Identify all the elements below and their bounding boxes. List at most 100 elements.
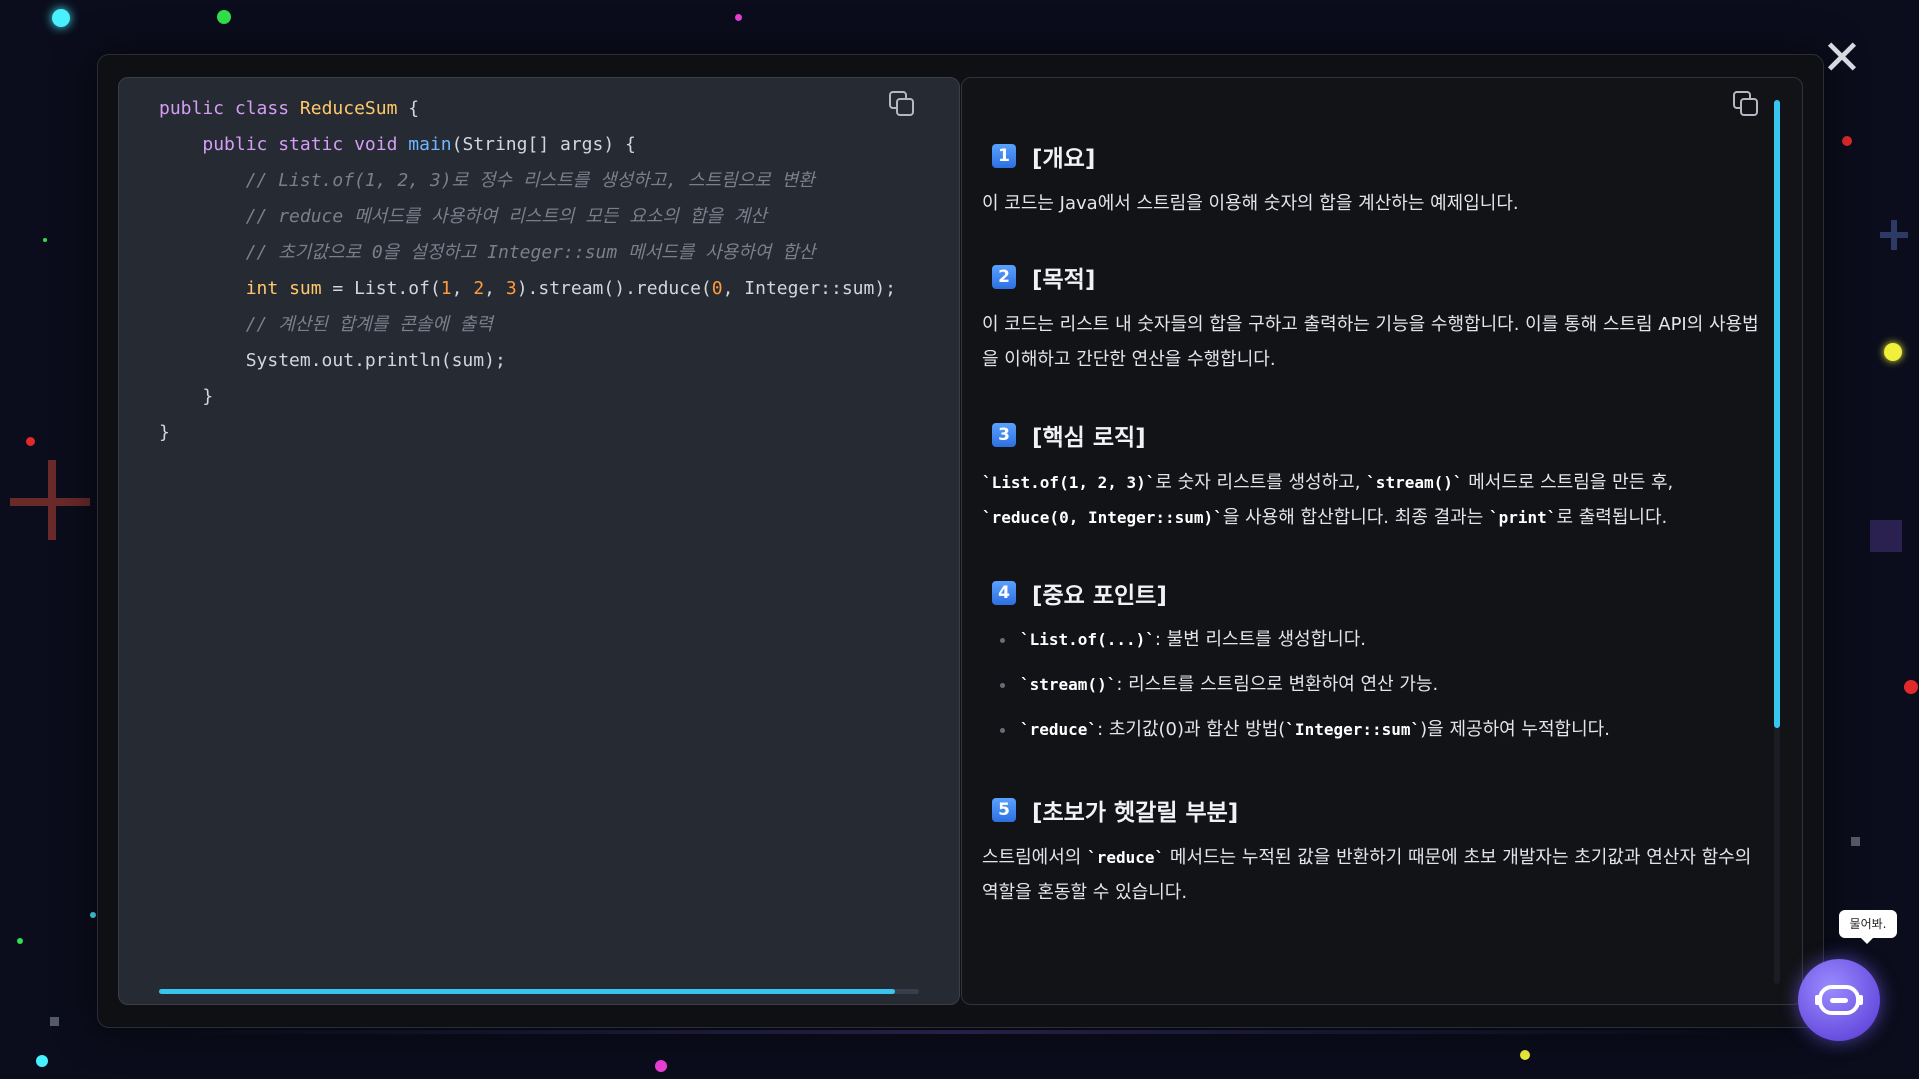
code-token: 1	[440, 278, 452, 299]
close-icon: ✕	[1821, 30, 1863, 86]
bg-star	[1520, 1050, 1530, 1060]
list-item: `reduce`: 초기값(0)과 합산 방법(`Integer::sum`)을…	[982, 707, 1772, 752]
inline-code: `stream()`	[1366, 473, 1463, 492]
text-run: 스트림에서의	[982, 847, 1088, 868]
text-run: : 리스트를 스트림으로 변환하여 연산 가능.	[1116, 674, 1439, 695]
copy-icon	[889, 91, 914, 116]
code-token: 0	[711, 278, 723, 299]
code-token: static	[278, 134, 355, 155]
text-run: )을 제공하여 누적합니다.	[1420, 719, 1610, 740]
close-button[interactable]: ✕	[1820, 34, 1864, 82]
robot-icon	[1815, 985, 1863, 1015]
code-token: void	[354, 134, 409, 155]
section-body: `List.of(1, 2, 3)`로 숫자 리스트를 생성하고, `strea…	[982, 465, 1772, 535]
bg-star	[36, 1055, 48, 1067]
bot-tooltip: 물어봐.	[1839, 910, 1897, 944]
section-number-badge: 2	[992, 265, 1016, 289]
bg-square	[1851, 837, 1860, 846]
explanation-content: 1 [개요] 이 코드는 Java에서 스트림을 이용해 숫자의 합을 계산하는 예…	[982, 138, 1772, 910]
section-number-badge: 1	[992, 144, 1016, 168]
code-token: sum	[289, 278, 322, 299]
inline-code: `List.of(...)`	[1020, 630, 1155, 649]
code-token: ReduceSum	[299, 98, 398, 119]
code-line: public class ReduceSum {	[159, 91, 919, 127]
text-run: : 초기값(0)과 합산 방법(	[1097, 719, 1286, 740]
bg-star	[1884, 343, 1902, 361]
section-body: 스트림에서의 `reduce` 메서드는 누적된 값을 반환하기 때문에 초보 …	[982, 840, 1772, 910]
copy-code-button[interactable]	[888, 90, 916, 118]
section-title-text: [핵심 로직]	[1032, 425, 1146, 451]
text-run: 로 숫자 리스트를 생성하고,	[1155, 472, 1367, 493]
bg-star	[52, 9, 70, 27]
explanation-section: 1 [개요] 이 코드는 Java에서 스트림을 이용해 숫자의 합을 계산하는 예…	[982, 138, 1772, 221]
inline-code: `print`	[1489, 508, 1557, 527]
inline-code: `List.of(1, 2, 3)`	[982, 473, 1156, 492]
code-token: 3	[505, 278, 517, 299]
bg-star	[43, 238, 47, 242]
copy-icon	[1733, 91, 1758, 116]
code-token: }	[159, 422, 170, 443]
section-title: 1 [개요]	[982, 138, 1772, 174]
code-line: // reduce 메서드를 사용하여 리스트의 모든 요소의 합을 계산	[159, 199, 919, 235]
text-run: 을 사용해 합산합니다. 최종 결과는	[1222, 507, 1489, 528]
modal-glow	[150, 1030, 1770, 1034]
inline-code: `reduce`	[1087, 848, 1165, 867]
code-line: }	[159, 415, 919, 451]
code-panel: public class ReduceSum { public static v…	[118, 77, 960, 1005]
section-title: 2 [목적]	[982, 259, 1772, 295]
code-token: (String[] args) {	[451, 134, 636, 155]
code-line: public static void main(String[] args) {	[159, 127, 919, 163]
bg-square	[1870, 520, 1902, 552]
section-title-text: [초보가 헷갈릴 부분]	[1032, 800, 1239, 826]
inline-code: `reduce(0, Integer::sum)`	[982, 508, 1223, 527]
explanation-vertical-scrollbar[interactable]	[1774, 100, 1780, 984]
code-line: }	[159, 379, 919, 415]
bg-star	[90, 912, 96, 918]
code-line: int sum = List.of(1, 2, 3).stream().redu…	[159, 271, 919, 307]
code-horizontal-scrollbar[interactable]	[159, 989, 919, 994]
section-title: 3 [핵심 로직]	[982, 417, 1772, 453]
scrollbar-thumb[interactable]	[1774, 100, 1780, 728]
section-number-badge: 5	[992, 798, 1016, 822]
code-token: System.out.println(sum);	[159, 350, 506, 371]
bg-star	[1904, 680, 1918, 694]
bg-cross	[1891, 220, 1897, 250]
code-token: ,	[484, 278, 506, 299]
inline-code: `stream()`	[1020, 675, 1117, 694]
code-line: // 계산된 합계를 콘솔에 출력	[159, 307, 919, 343]
copy-explanation-button[interactable]	[1732, 90, 1760, 118]
section-body: 이 코드는 리스트 내 숫자들의 합을 구하고 출력하는 기능을 수행합니다. …	[982, 307, 1772, 377]
bullet-list: `List.of(...)`: 불변 리스트를 생성합니다. `stream()`…	[982, 617, 1772, 752]
list-item: `stream()`: 리스트를 스트림으로 변환하여 연산 가능.	[982, 662, 1772, 707]
section-title-text: [개요]	[1032, 146, 1096, 172]
section-title: 5 [초보가 헷갈릴 부분]	[982, 792, 1772, 828]
section-number-badge: 4	[992, 581, 1016, 605]
scrollbar-thumb[interactable]	[159, 989, 895, 994]
section-title: 4 [중요 포인트]	[982, 575, 1772, 611]
code-line: // 초기값으로 0을 설정하고 Integer::sum 메서드를 사용하여 …	[159, 235, 919, 271]
chatbot-button[interactable]	[1798, 959, 1880, 1041]
code-line: // List.of(1, 2, 3)로 정수 리스트를 생성하고, 스트림으로…	[159, 163, 919, 199]
code-token: ).stream().reduce(	[516, 278, 712, 299]
section-title-text: [중요 포인트]	[1032, 583, 1167, 609]
explanation-section: 4 [중요 포인트] `List.of(...)`: 불변 리스트를 생성합니다. `…	[982, 575, 1772, 752]
code-token: {	[397, 98, 420, 119]
explanation-section: 5 [초보가 헷갈릴 부분] 스트림에서의 `reduce` 메서드는 누적된 값을…	[982, 792, 1772, 910]
explanation-section: 2 [목적] 이 코드는 리스트 내 숫자들의 합을 구하고 출력하는 기능을 수행…	[982, 259, 1772, 377]
section-body: 이 코드는 Java에서 스트림을 이용해 숫자의 합을 계산하는 예제입니다.	[982, 186, 1772, 221]
code-block: public class ReduceSum { public static v…	[159, 91, 919, 451]
code-token: int	[245, 278, 290, 299]
code-token: // reduce 메서드를 사용하여 리스트의 모든 요소의 합을 계산	[245, 206, 767, 227]
code-token: main	[408, 134, 452, 155]
code-token: , Integer::sum);	[722, 278, 897, 299]
code-token: ,	[451, 278, 474, 299]
bg-star	[1842, 136, 1852, 146]
explanation-section: 3 [핵심 로직] `List.of(1, 2, 3)`로 숫자 리스트를 생성하고…	[982, 417, 1772, 535]
code-token: class	[234, 98, 300, 119]
code-token: }	[159, 386, 214, 407]
